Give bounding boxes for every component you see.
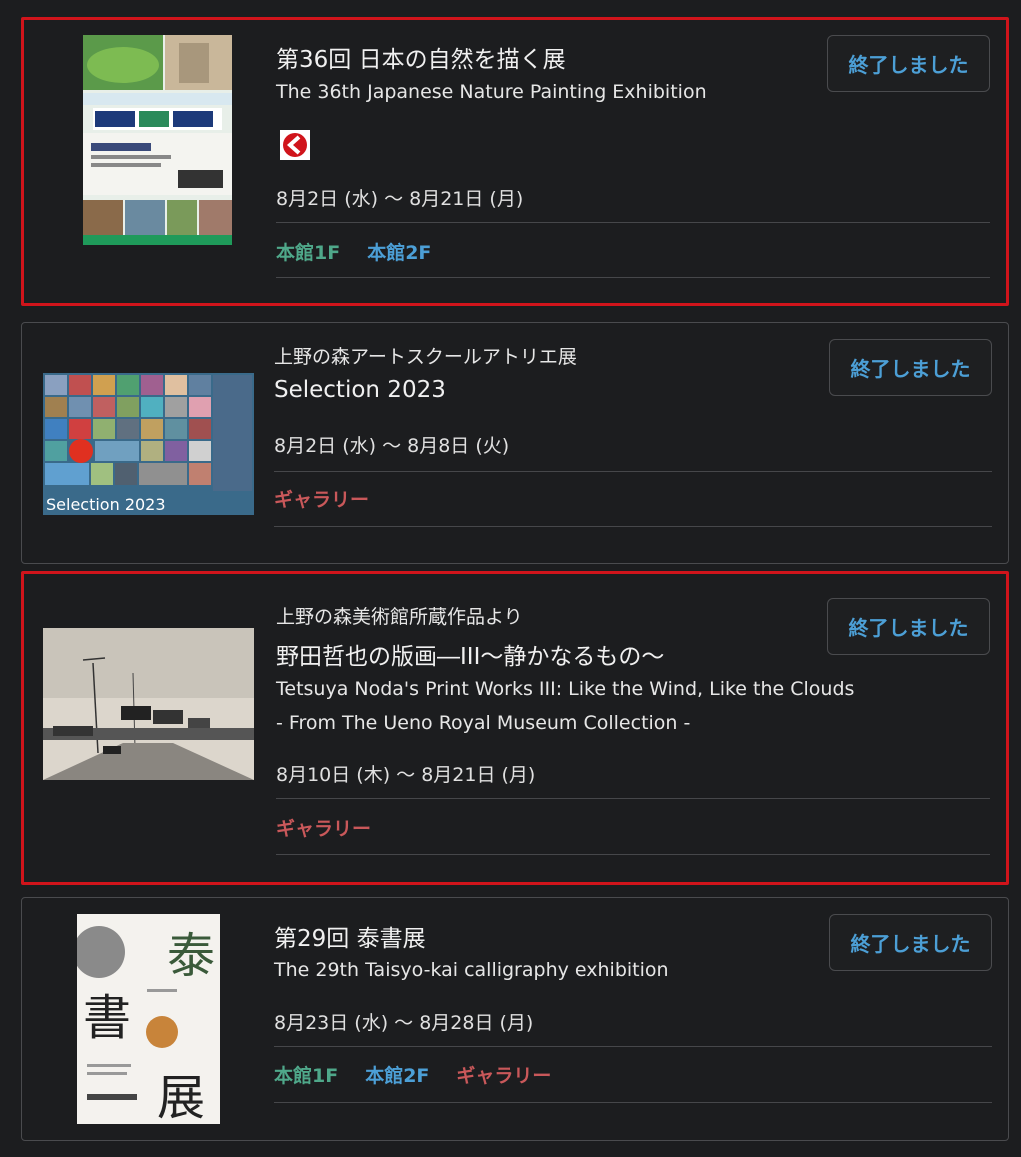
- exhibition-date: 8月2日 (水) 〜 8月8日 (火): [274, 435, 510, 457]
- divider: [276, 222, 990, 223]
- exhibition-title-jp[interactable]: 野田哲也の版画―III〜静かなるもの〜: [276, 637, 664, 671]
- location-list: ギャラリー: [274, 485, 369, 512]
- exhibition-title-en: Tetsuya Noda's Print Works III: Like the…: [276, 678, 855, 700]
- location-link-gallery[interactable]: ギャラリー: [456, 1061, 551, 1088]
- exhibition-subtitle-jp: 上野の森美術館所蔵作品より: [276, 606, 523, 628]
- exhibition-poster[interactable]: 泰 書 展: [77, 914, 220, 1124]
- thumb-text: Selection 2023: [46, 495, 166, 514]
- location-link-gallery[interactable]: ギャラリー: [276, 814, 371, 841]
- location-list: 本館1F 本館2F ギャラリー: [274, 1061, 551, 1088]
- thumb-char-2: 書: [83, 990, 131, 1046]
- status-button[interactable]: 終了しました: [827, 35, 990, 92]
- exhibition-title-en: The 36th Japanese Nature Painting Exhibi…: [276, 81, 707, 103]
- divider: [274, 1102, 992, 1103]
- divider: [274, 471, 992, 472]
- exhibition-title[interactable]: Selection 2023: [274, 377, 446, 403]
- exhibition-date: 8月2日 (水) 〜 8月21日 (月): [276, 188, 524, 210]
- location-link-2f[interactable]: 本館2F: [365, 1061, 429, 1088]
- location-link-1f[interactable]: 本館1F: [274, 1061, 338, 1088]
- divider: [276, 854, 990, 855]
- location-list: ギャラリー: [276, 814, 371, 841]
- location-list: 本館1F 本館2F: [276, 238, 431, 265]
- location-link-1f[interactable]: 本館1F: [276, 238, 340, 265]
- exhibition-card[interactable]: 上野の森美術館所蔵作品より 野田哲也の版画―III〜静かなるもの〜 Tetsuy…: [21, 571, 1009, 885]
- exhibition-card[interactable]: Selection 2023 上野の森アートスクールアトリエ展 Selectio…: [21, 322, 1009, 564]
- exhibition-title-en-line2: - From The Ueno Royal Museum Collection …: [276, 712, 691, 734]
- divider: [274, 526, 992, 527]
- exhibition-title-jp[interactable]: 第29回 泰書展: [274, 919, 426, 953]
- exhibition-date: 8月23日 (水) 〜 8月28日 (月): [274, 1012, 534, 1034]
- location-link-2f[interactable]: 本館2F: [367, 238, 431, 265]
- status-button[interactable]: 終了しました: [829, 339, 992, 396]
- exhibition-poster[interactable]: [43, 628, 254, 780]
- exhibition-card[interactable]: 第36回 日本の自然を描く展 The 36th Japanese Nature …: [21, 17, 1009, 306]
- exhibition-title-en: The 29th Taisyo-kai calligraphy exhibiti…: [274, 959, 669, 981]
- red-circle-badge-icon: [280, 130, 310, 160]
- location-link-gallery[interactable]: ギャラリー: [274, 485, 369, 512]
- exhibition-date: 8月10日 (木) 〜 8月21日 (月): [276, 764, 536, 786]
- exhibition-poster[interactable]: Selection 2023: [43, 373, 254, 515]
- exhibition-subtitle-jp: 上野の森アートスクールアトリエ展: [274, 346, 577, 368]
- divider: [274, 1046, 992, 1047]
- exhibition-poster[interactable]: [83, 35, 232, 245]
- divider: [276, 277, 990, 278]
- status-button[interactable]: 終了しました: [827, 598, 990, 655]
- divider: [276, 798, 990, 799]
- exhibition-title-jp[interactable]: 第36回 日本の自然を描く展: [276, 40, 566, 74]
- thumb-char-3: 展: [157, 1070, 205, 1124]
- thumb-char-1: 泰: [167, 928, 215, 984]
- status-button[interactable]: 終了しました: [829, 914, 992, 971]
- exhibition-card[interactable]: 泰 書 展 第29回 泰書展 The 29th Taisyo-kai calli…: [21, 897, 1009, 1141]
